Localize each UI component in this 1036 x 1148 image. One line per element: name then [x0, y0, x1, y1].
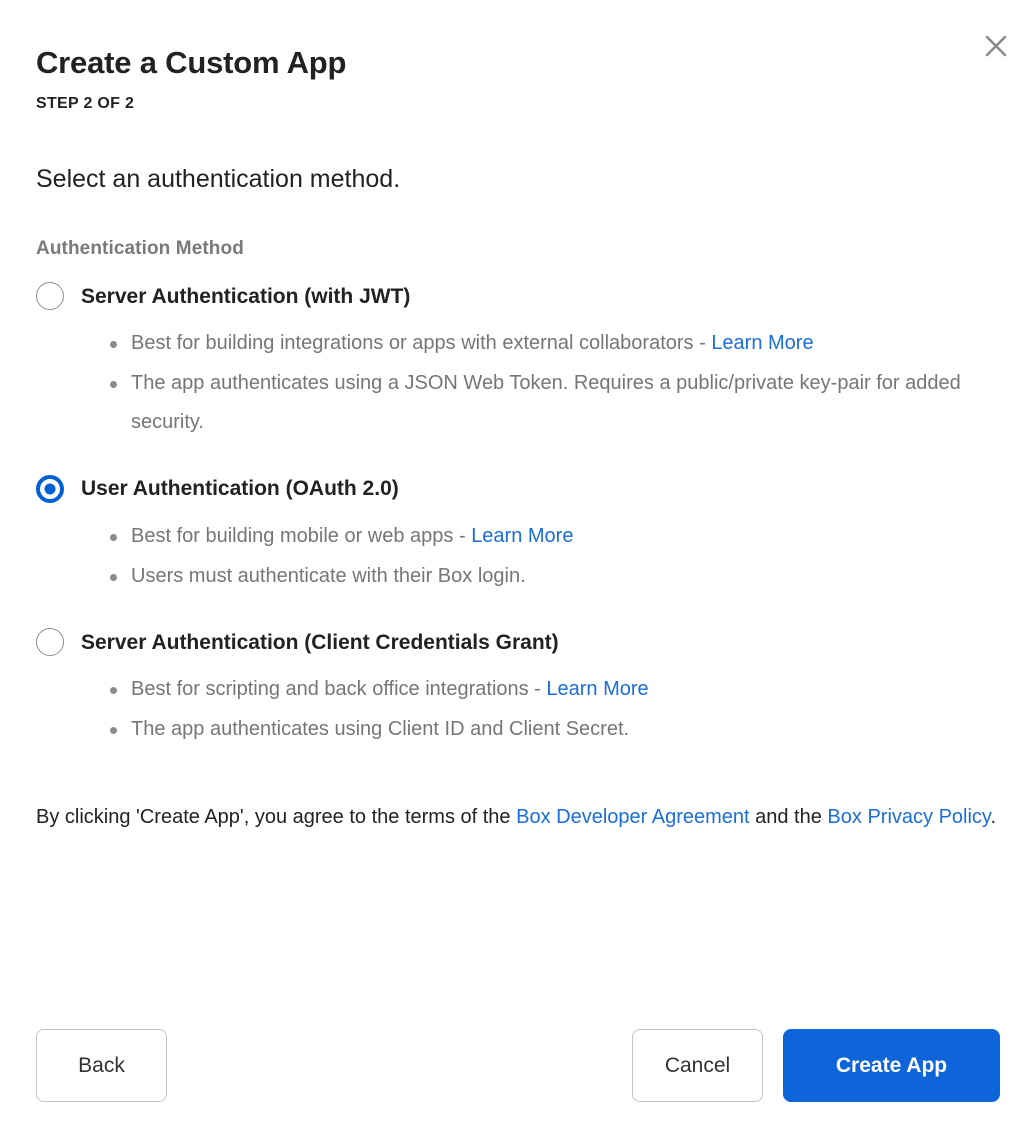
cancel-button[interactable]: Cancel	[632, 1029, 763, 1102]
page-title: Create a Custom App	[36, 45, 347, 80]
authentication-method-label: Authentication Method	[36, 238, 244, 260]
dialog-footer: Back Cancel Create App	[36, 1029, 1000, 1102]
terms-agreement-text: By clicking 'Create App', you agree to t…	[36, 749, 996, 837]
bullet-text: Best for building integrations or apps w…	[131, 332, 712, 355]
bullet-text: Best for scripting and back office integ…	[131, 678, 547, 701]
list-item: The app authenticates using a JSON Web T…	[110, 364, 1000, 443]
list-item: Users must authenticate with their Box l…	[110, 557, 1000, 597]
close-icon-glyph	[985, 35, 1007, 57]
bullet-text: Users must authenticate with their Box l…	[131, 564, 526, 587]
radio-icon-server-auth-ccg[interactable]	[36, 628, 64, 657]
list-item: The app authenticates using Client ID an…	[110, 710, 1000, 750]
terms-part-2: and the	[749, 806, 828, 829]
dialog-subtitle: Select an authentication method.	[36, 164, 401, 193]
box-privacy-policy-link[interactable]: Box Privacy Policy	[827, 806, 990, 828]
option-user-auth-oauth-header[interactable]: User Authentication (OAuth 2.0)	[36, 475, 1000, 504]
option-server-auth-ccg-header[interactable]: Server Authentication (Client Credential…	[36, 628, 1000, 657]
authentication-method-radio-group: Server Authentication (with JWT) Best fo…	[36, 260, 1000, 749]
radio-icon-server-auth-jwt[interactable]	[36, 282, 64, 311]
bullet-text: Best for building mobile or web apps -	[131, 525, 472, 548]
option-user-auth-oauth: User Authentication (OAuth 2.0) Best for…	[36, 475, 1000, 596]
create-custom-app-dialog: Create a Custom App STEP 2 OF 2 Select a…	[0, 0, 1036, 1148]
option-server-auth-ccg: Server Authentication (Client Credential…	[36, 628, 1000, 749]
option-label: Server Authentication (with JWT)	[81, 284, 411, 308]
close-icon[interactable]	[978, 28, 1014, 64]
radio-icon-user-auth-oauth[interactable]	[36, 475, 64, 504]
back-button[interactable]: Back	[36, 1029, 167, 1102]
create-app-button[interactable]: Create App	[783, 1029, 1000, 1102]
terms-part-1: By clicking 'Create App', you agree to t…	[36, 806, 517, 829]
bullet-text: The app authenticates using Client ID an…	[131, 717, 630, 740]
terms-part-3: .	[990, 806, 996, 829]
option-description-list: Best for building mobile or web apps - L…	[36, 503, 1000, 596]
option-server-auth-jwt-header[interactable]: Server Authentication (with JWT)	[36, 282, 1000, 311]
footer-actions: Cancel Create App	[632, 1029, 1000, 1102]
list-item: Best for scripting and back office integ…	[110, 670, 1000, 710]
option-server-auth-jwt: Server Authentication (with JWT) Best fo…	[36, 282, 1000, 443]
option-description-list: Best for scripting and back office integ…	[36, 656, 1000, 749]
learn-more-link[interactable]: Learn More	[711, 332, 813, 354]
list-item: Best for building mobile or web apps - L…	[110, 517, 1000, 557]
option-label: Server Authentication (Client Credential…	[81, 630, 559, 654]
bullet-text: The app authenticates using a JSON Web T…	[131, 371, 961, 434]
learn-more-link[interactable]: Learn More	[471, 525, 573, 547]
option-label: User Authentication (OAuth 2.0)	[81, 477, 399, 501]
option-description-list: Best for building integrations or apps w…	[36, 310, 1000, 443]
box-developer-agreement-link[interactable]: Box Developer Agreement	[516, 806, 749, 828]
learn-more-link[interactable]: Learn More	[546, 678, 648, 700]
step-indicator: STEP 2 OF 2	[36, 94, 135, 112]
list-item: Best for building integrations or apps w…	[110, 324, 1000, 364]
